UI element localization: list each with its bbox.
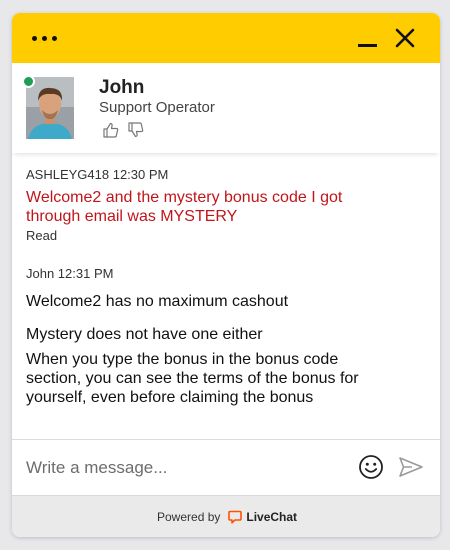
- agent-name: John: [99, 77, 145, 98]
- message-meta: ASHLEYG418 12:30 PM: [26, 167, 169, 182]
- close-icon[interactable]: [392, 25, 418, 51]
- online-status-dot: [22, 75, 35, 88]
- powered-by-line: Powered by LiveChat: [157, 510, 297, 524]
- rating-buttons: [102, 121, 145, 139]
- chat-footer: Powered by LiveChat: [12, 495, 440, 537]
- send-icon[interactable]: [398, 455, 424, 479]
- chat-widget: John Support Operator ASHLEYG418 12:30 P…: [12, 13, 440, 537]
- powered-by-text: Powered by: [157, 510, 221, 524]
- visitor-message: Welcome2 and the mystery bonus code I go…: [26, 189, 343, 225]
- avatar: [26, 77, 74, 139]
- thumbs-down-icon[interactable]: [127, 121, 145, 139]
- emoji-icon[interactable]: [358, 454, 384, 480]
- message-meta: John 12:31 PM: [26, 266, 114, 281]
- message-list: ASHLEYG418 12:30 PM Welcome2 and the mys…: [12, 153, 440, 439]
- thumbs-up-icon[interactable]: [102, 121, 120, 139]
- chat-header-bar: [12, 13, 440, 63]
- message-composer: [12, 439, 440, 495]
- message-input[interactable]: [24, 454, 348, 482]
- minimize-icon[interactable]: [354, 27, 380, 49]
- livechat-brand[interactable]: LiveChat: [246, 510, 297, 524]
- agent-message: Mystery does not have one either: [26, 326, 263, 343]
- agent-role: Support Operator: [99, 99, 215, 116]
- message-read-status: Read: [26, 228, 58, 243]
- agent-message: When you type the bonus in the bonus cod…: [26, 351, 359, 406]
- agent-message: Welcome2 has no maximum cashout: [26, 293, 289, 310]
- agent-info-panel: John Support Operator: [12, 63, 440, 153]
- more-dots-icon[interactable]: [30, 27, 60, 47]
- livechat-logo-icon: [228, 510, 243, 524]
